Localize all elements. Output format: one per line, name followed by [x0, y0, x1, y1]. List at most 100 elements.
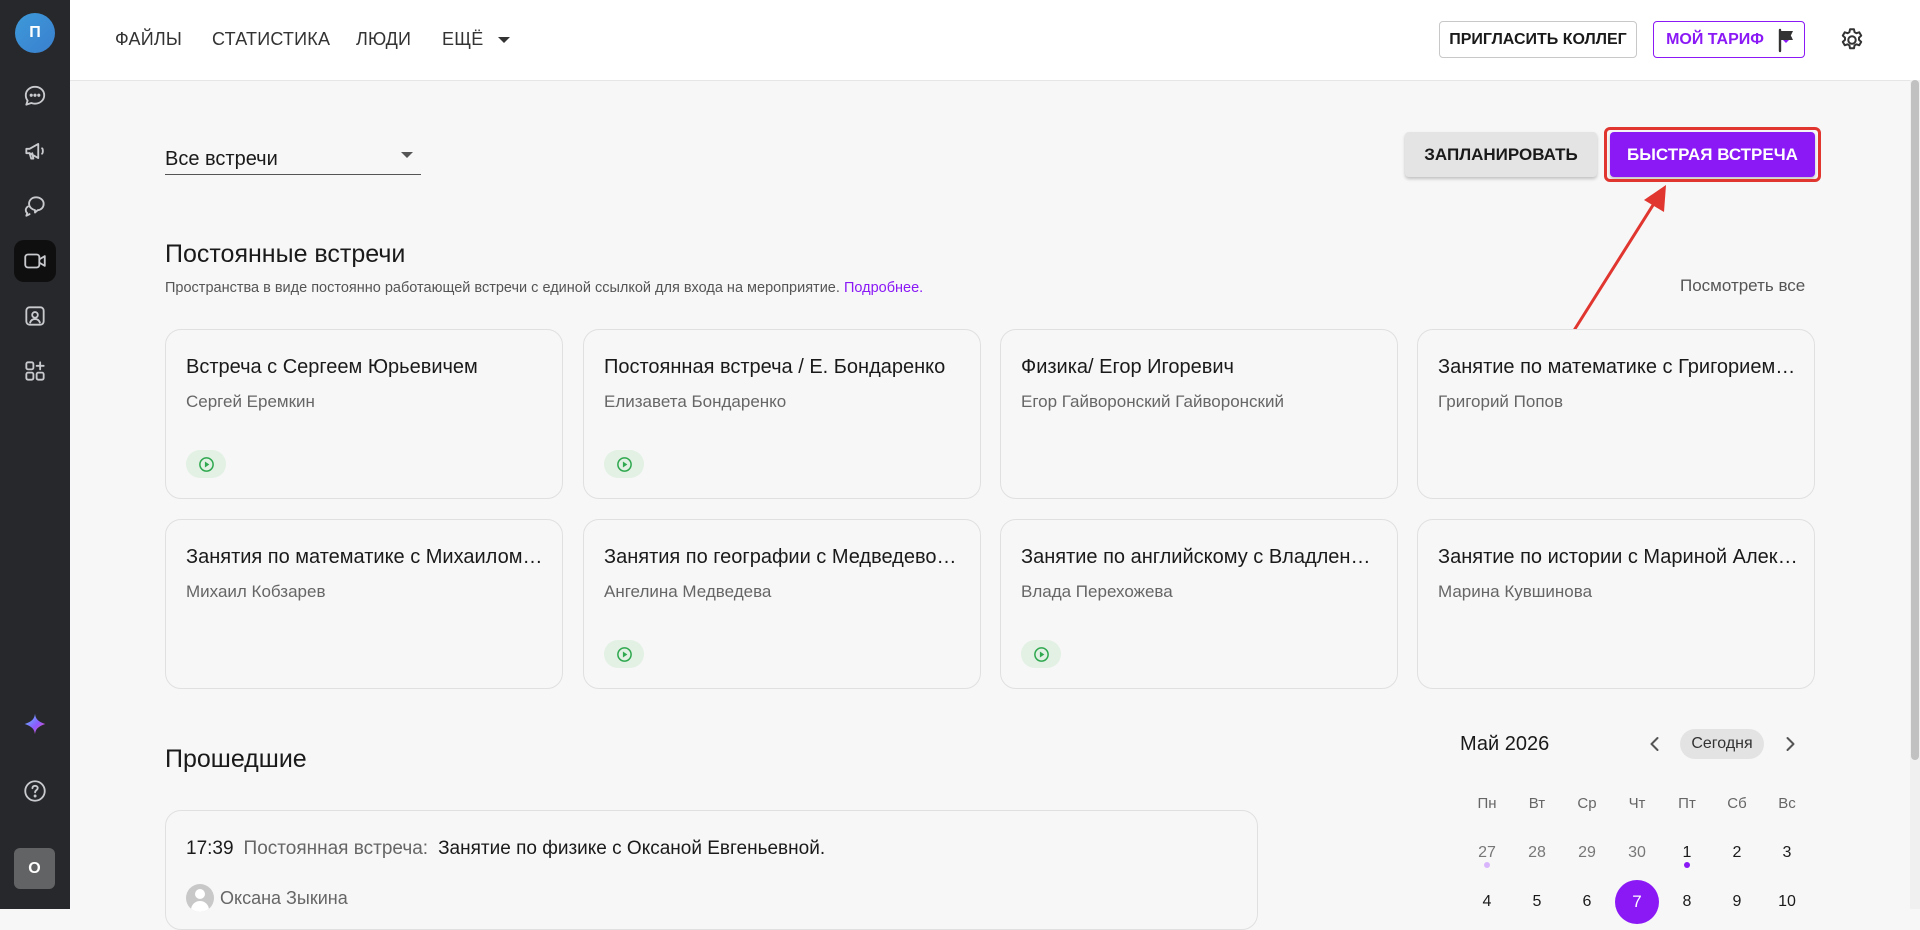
meeting-owner: Михаил Кобзарев [186, 582, 326, 601]
meeting-card[interactable]: Постоянная встреча / Е. Бондаренко Елиза… [583, 329, 981, 499]
calendar-day[interactable]: 2 [1713, 838, 1761, 868]
video-icon[interactable] [14, 240, 56, 282]
past-meeting-line: 17:39 Постоянная встреча: Занятие по физик… [186, 838, 825, 860]
highlight-box [1604, 127, 1821, 182]
past-meeting-kind: Постоянная встреча: [243, 838, 429, 859]
nav-statistics[interactable]: СТАТИСТИКА [212, 29, 330, 50]
top-bar: ФАЙЛЫ СТАТИСТИКА ЛЮДИ ЕЩЁ ПРИГЛАСИТЬ КОЛ… [70, 0, 1920, 81]
meeting-title: Занятия по математике с Михаилом Кобзаре… [186, 546, 546, 568]
calendar-day-selected[interactable]: 7 [1615, 880, 1659, 924]
calendar-day[interactable]: 10 [1763, 887, 1811, 917]
calendar-day[interactable]: 30 [1613, 838, 1661, 868]
weekday-label: Чт [1628, 794, 1646, 812]
meeting-owner: Влада Перехожева [1021, 582, 1173, 601]
meeting-card[interactable]: Физика/ Егор Игоревич Егор Гайворонский … [1000, 329, 1398, 499]
weekday-label: Вт [1528, 794, 1546, 812]
meeting-owner: Ангелина Медведева [604, 582, 772, 601]
meeting-card[interactable]: Занятие по математике с Григорием Поповы… [1417, 329, 1815, 499]
play-circle-icon [198, 456, 214, 472]
past-meeting-participant: Оксана Зыкина [186, 884, 348, 912]
meeting-card[interactable]: Встреча с Сергеем Юрьевичем Сергей Еремк… [165, 329, 563, 499]
more-info-link[interactable]: Подробнее. [844, 280, 923, 296]
weekday-label: Пт [1678, 794, 1696, 812]
user-icon [186, 884, 214, 912]
scrollbar-thumb[interactable] [1911, 80, 1919, 760]
nav-more-label: ЕЩЁ [442, 29, 484, 49]
play-circle-icon [616, 646, 632, 662]
calendar-month-title: Май 2026 [1460, 733, 1550, 755]
calendar-day[interactable]: 6 [1563, 887, 1611, 917]
contact-card-icon[interactable] [14, 295, 56, 337]
apps-icon[interactable] [14, 350, 56, 392]
meeting-title: Постоянная встреча / Е. Бондаренко [604, 356, 946, 378]
meeting-owner: Елизавета Бондаренко [604, 392, 787, 411]
meeting-title: Занятия по географии с Медведевой Ангели… [604, 546, 964, 568]
calendar-day[interactable]: 8 [1663, 887, 1711, 917]
meeting-title: Встреча с Сергеем Юрьевичем [186, 356, 478, 378]
meeting-card[interactable]: Занятия по географии с Медведевой Ангели… [583, 519, 981, 689]
nav-people[interactable]: ЛЮДИ [356, 29, 411, 50]
participant-name: Оксана Зыкина [220, 887, 348, 908]
calendar-day[interactable]: 28 [1513, 838, 1561, 868]
calendar-day[interactable]: 5 [1513, 887, 1561, 917]
meeting-owner: Марина Кувшинова [1438, 582, 1593, 601]
meeting-owner: Сергей Еремкин [186, 392, 315, 411]
event-dot [1484, 862, 1490, 868]
user-avatar[interactable]: П [15, 13, 55, 53]
chevron-left-icon[interactable] [1645, 734, 1665, 754]
today-button[interactable]: Сегодня [1680, 729, 1764, 759]
threads-icon[interactable] [14, 185, 56, 227]
annotation-arrow [1571, 185, 1666, 334]
permanent-meetings-description: Пространства в виде постоянно работающей… [165, 280, 923, 296]
meeting-title: Занятие по английскому с Владленой Перех… [1021, 546, 1381, 568]
invite-colleagues-button[interactable]: ПРИГЛАСИТЬ КОЛЛЕГ [1439, 21, 1637, 58]
chevron-down-icon [401, 152, 413, 158]
live-badge [1021, 640, 1061, 668]
workspace-avatar[interactable]: О [14, 848, 55, 889]
gear-icon[interactable] [1838, 26, 1866, 54]
help-icon[interactable] [14, 770, 56, 812]
past-meetings-title: Прошедшие [165, 745, 307, 773]
live-badge [604, 640, 644, 668]
meetings-filter-select[interactable]: Все встречи [165, 141, 421, 175]
permanent-meetings-title: Постоянные встречи [165, 240, 406, 268]
past-meeting-time: 17:39 [186, 838, 234, 859]
weekday-label: Сб [1727, 794, 1747, 812]
chevron-down-icon [497, 37, 510, 44]
live-badge [604, 450, 644, 478]
meeting-owner: Григорий Попов [1438, 392, 1564, 411]
meeting-title: Физика/ Егор Игоревич [1021, 356, 1234, 378]
flag-icon[interactable] [1773, 26, 1801, 54]
nav-more[interactable]: ЕЩЁ [442, 29, 510, 50]
play-circle-icon [1033, 646, 1049, 662]
sparkle-icon[interactable] [14, 703, 56, 745]
meeting-owner: Егор Гайворонский Гайворонский [1021, 392, 1284, 411]
calendar-day[interactable]: 3 [1763, 838, 1811, 868]
my-tariff-label: МОЙ ТАРИФ [1666, 30, 1764, 48]
filter-value: Все встречи [165, 148, 278, 170]
meeting-card[interactable]: Занятие по английскому с Владленой Перех… [1000, 519, 1398, 689]
live-badge [186, 450, 226, 478]
event-dot [1684, 862, 1690, 868]
calendar-day[interactable]: 4 [1463, 887, 1511, 917]
nav-files[interactable]: ФАЙЛЫ [115, 29, 182, 50]
chevron-right-icon[interactable] [1780, 734, 1800, 754]
left-rail: П О [0, 0, 70, 909]
meeting-card[interactable]: Занятие по истории с Мариной Алексеевной… [1417, 519, 1815, 689]
megaphone-icon[interactable] [14, 130, 56, 172]
calendar-day[interactable]: 29 [1563, 838, 1611, 868]
past-meeting-item[interactable]: 17:39 Постоянная встреча: Занятие по физик… [165, 810, 1258, 930]
meeting-title: Занятие по математике с Григорием Поповы… [1438, 356, 1798, 378]
play-circle-icon [616, 456, 632, 472]
calendar-day[interactable]: 9 [1713, 887, 1761, 917]
weekday-label: Ср [1577, 794, 1597, 812]
weekday-label: Пн [1477, 794, 1497, 812]
meeting-title: Занятие по истории с Мариной Алексеевной [1438, 546, 1798, 568]
description-text: Пространства в виде постоянно работающей… [165, 280, 840, 296]
chat-icon[interactable] [14, 75, 56, 117]
past-meeting-name: Занятие по физике с Оксаной Евгеньевной. [438, 838, 826, 859]
see-all-link[interactable]: Посмотреть все [1680, 276, 1805, 296]
meeting-card[interactable]: Занятия по математике с Михаилом Кобзаре… [165, 519, 563, 689]
schedule-button[interactable]: ЗАПЛАНИРОВАТЬ [1405, 132, 1597, 177]
weekday-label: Вс [1778, 794, 1796, 812]
